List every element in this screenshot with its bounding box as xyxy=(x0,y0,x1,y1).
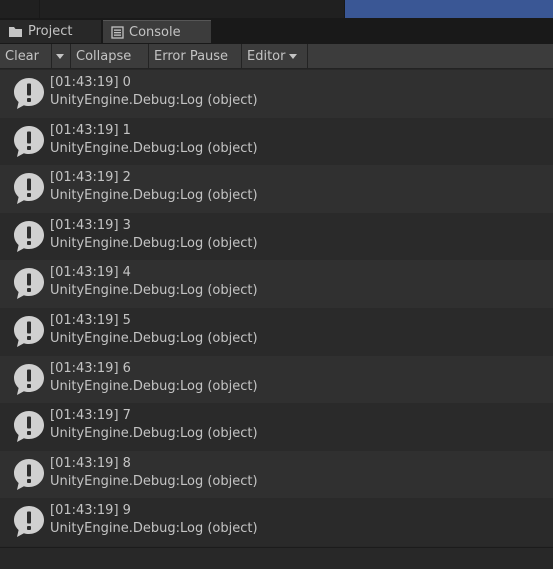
log-entry[interactable]: [01:43:19] 3 UnityEngine.Debug:Log (objec… xyxy=(0,212,553,261)
info-message-icon xyxy=(12,266,46,300)
info-message-icon xyxy=(12,314,46,348)
log-stacktrace: UnityEngine.Debug:Log (object) xyxy=(50,473,258,489)
top-panel-segment xyxy=(0,0,39,18)
log-message: [01:43:19] 1 xyxy=(50,122,131,138)
log-stacktrace: UnityEngine.Debug:Log (object) xyxy=(50,283,258,299)
log-stacktrace: UnityEngine.Debug:Log (object) xyxy=(50,521,258,537)
log-entry[interactable]: [01:43:19] 5 UnityEngine.Debug:Log (objec… xyxy=(0,307,553,356)
log-message: [01:43:19] 4 xyxy=(50,265,131,281)
log-message: [01:43:19] 7 xyxy=(50,408,131,424)
log-message: [01:43:19] 8 xyxy=(50,455,131,471)
log-stacktrace: UnityEngine.Debug:Log (object) xyxy=(50,140,258,156)
info-message-icon xyxy=(12,457,46,491)
info-message-icon xyxy=(12,504,46,538)
info-message-icon xyxy=(12,124,46,158)
top-panel-segment xyxy=(40,0,344,18)
log-message: [01:43:19] 2 xyxy=(50,170,131,186)
log-entry[interactable]: [01:43:19] 0 UnityEngine.Debug:Log (objec… xyxy=(0,70,553,118)
folder-icon xyxy=(8,26,23,38)
tab-project[interactable]: Project xyxy=(0,20,101,43)
info-message-icon xyxy=(12,76,46,110)
console-icon xyxy=(111,25,124,39)
log-message: [01:43:19] 6 xyxy=(50,360,131,376)
log-entry[interactable]: [01:43:19] 2 UnityEngine.Debug:Log (objec… xyxy=(0,165,553,213)
info-message-icon xyxy=(12,409,46,443)
clear-options-dropdown[interactable] xyxy=(52,44,71,68)
console-toolbar: Clear Collapse Error Pause Editor xyxy=(0,44,553,69)
log-message: [01:43:19] 5 xyxy=(50,312,131,328)
log-stacktrace: UnityEngine.Debug:Log (object) xyxy=(50,330,258,346)
log-stacktrace: UnityEngine.Debug:Log (object) xyxy=(50,378,258,394)
log-entry[interactable]: [01:43:19] 1 UnityEngine.Debug:Log (objec… xyxy=(0,117,553,166)
log-stacktrace: UnityEngine.Debug:Log (object) xyxy=(50,93,258,108)
collapse-label: Collapse xyxy=(76,48,132,64)
log-stacktrace: UnityEngine.Debug:Log (object) xyxy=(50,188,258,204)
clear-button[interactable]: Clear xyxy=(0,44,52,68)
chevron-down-icon xyxy=(56,53,64,59)
top-strip xyxy=(0,0,553,18)
tab-bar: Project Console xyxy=(0,18,553,45)
selection-highlight xyxy=(345,0,553,18)
editor-dropdown[interactable]: Editor xyxy=(242,44,308,68)
log-list: [01:43:19] 0 UnityEngine.Debug:Log (objec… xyxy=(0,70,553,546)
log-message: [01:43:19] 3 xyxy=(50,217,131,233)
log-entry[interactable]: [01:43:19] 4 UnityEngine.Debug:Log (objec… xyxy=(0,260,553,308)
log-entry[interactable]: [01:43:19] 6 UnityEngine.Debug:Log (objec… xyxy=(0,355,553,404)
info-message-icon xyxy=(12,362,46,396)
log-message: [01:43:19] 9 xyxy=(50,503,131,519)
log-entry[interactable]: [01:43:19] 8 UnityEngine.Debug:Log (objec… xyxy=(0,450,553,499)
collapse-toggle[interactable]: Collapse xyxy=(71,44,149,68)
tab-console[interactable]: Console xyxy=(103,20,211,43)
tab-label: Project xyxy=(28,24,73,39)
tab-label: Console xyxy=(129,24,181,40)
error-pause-toggle[interactable]: Error Pause xyxy=(149,44,242,68)
chevron-down-icon xyxy=(289,53,298,59)
log-detail-panel xyxy=(0,547,553,569)
log-entry[interactable]: [01:43:19] 9 UnityEngine.Debug:Log (objec… xyxy=(0,498,553,546)
clear-label: Clear xyxy=(5,48,39,64)
log-stacktrace: UnityEngine.Debug:Log (object) xyxy=(50,235,258,251)
log-message: [01:43:19] 0 xyxy=(50,75,131,90)
info-message-icon xyxy=(12,171,46,205)
error-pause-label: Error Pause xyxy=(154,48,229,64)
log-entry[interactable]: [01:43:19] 7 UnityEngine.Debug:Log (objec… xyxy=(0,403,553,451)
log-stacktrace: UnityEngine.Debug:Log (object) xyxy=(50,426,258,442)
info-message-icon xyxy=(12,219,46,253)
editor-label: Editor xyxy=(247,48,286,64)
